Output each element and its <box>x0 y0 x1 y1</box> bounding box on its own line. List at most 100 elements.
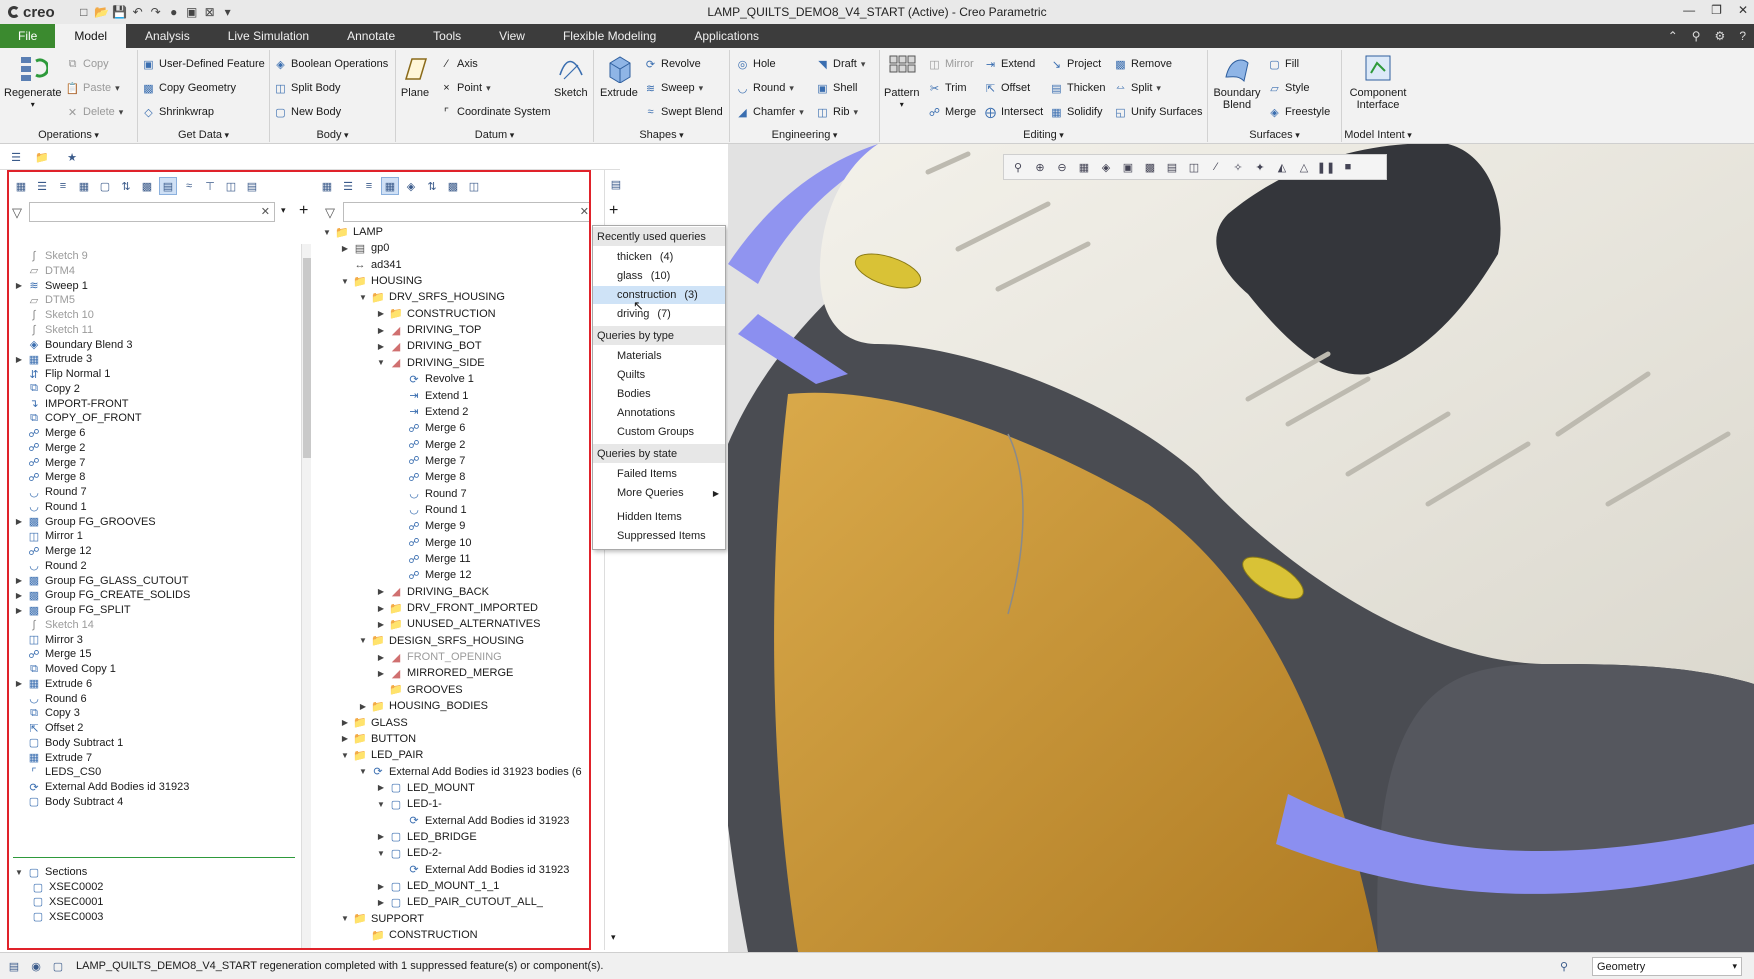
tab-annotate[interactable]: Annotate <box>328 24 414 48</box>
revolve-button[interactable]: ⟳ Revolve <box>644 56 701 72</box>
expand-arrow-icon[interactable]: ▶ <box>375 882 387 891</box>
tab-analysis[interactable]: Analysis <box>126 24 209 48</box>
tree-row[interactable]: ▶ ▩ Group FG_SPLIT <box>13 602 131 618</box>
boundary-blend-button[interactable]: Boundary Blend <box>1212 52 1262 111</box>
refit-icon[interactable]: ⚲ <box>1010 159 1026 175</box>
stop-icon[interactable]: ■ <box>1340 159 1356 175</box>
sort-icon[interactable]: ⇅ <box>424 178 440 194</box>
add-query-icon[interactable]: + <box>299 202 308 220</box>
tree-row[interactable]: ▦ Extrude 7 <box>13 750 92 766</box>
model-tree-row[interactable]: ▶ ◢ DRIVING_BACK <box>375 584 489 600</box>
model-tree-row[interactable]: ☍ Merge 11 <box>393 551 470 567</box>
tree-row[interactable]: ↴ IMPORT-FRONT <box>13 396 128 412</box>
expand-arrow-icon[interactable]: ▶ <box>375 832 387 841</box>
model-tree-row[interactable]: ☍ Merge 12 <box>393 567 471 583</box>
group-label-body[interactable]: Body <box>270 129 395 141</box>
sketch-button[interactable]: Sketch <box>554 52 588 99</box>
model-tree-row[interactable]: ⟳ External Add Bodies id 31923 <box>393 862 569 878</box>
collapse-ribbon-icon[interactable]: ⌃ <box>1668 29 1678 43</box>
tree-row[interactable]: ⇱ Offset 2 <box>13 720 83 736</box>
tree-row[interactable]: ∫ Sketch 14 <box>13 617 93 633</box>
close-icon[interactable]: ✕ <box>1738 3 1748 17</box>
settings-icon[interactable]: ⚙ <box>1715 29 1726 43</box>
sort-icon[interactable]: ⇅ <box>118 178 134 194</box>
expand-arrow-icon[interactable]: ▶ <box>339 718 351 727</box>
notes-icon[interactable]: ▤ <box>244 178 260 194</box>
model-tree-tab-icon[interactable]: ☰ <box>8 149 24 165</box>
model-tree-row[interactable]: ▶ ▢ LED_BRIDGE <box>375 829 477 845</box>
sections-node[interactable]: ▼ ▢ Sections <box>13 864 87 880</box>
coordinate-system-button[interactable]: ⌜ Coordinate System <box>440 104 551 120</box>
zoom-in-icon[interactable]: ⊕ <box>1032 159 1048 175</box>
fill-button[interactable]: ▢ Fill <box>1268 56 1299 72</box>
model-tree-row[interactable]: ▶ 📁 UNUSED_ALTERNATIVES <box>375 616 541 632</box>
model-tree-row[interactable]: ☍ Merge 9 <box>393 518 465 534</box>
hole-button[interactable]: ◎ Hole <box>736 56 776 72</box>
query-more-queries[interactable]: More Queries ▶ <box>593 484 725 502</box>
tree-row[interactable]: ⟳ External Add Bodies id 31923 <box>13 779 189 795</box>
view-manager-icon[interactable]: ▩ <box>1142 159 1158 175</box>
restore-icon[interactable]: ❐ <box>1711 3 1722 17</box>
query-quilts[interactable]: Quilts <box>593 366 725 384</box>
saved-orientations-icon[interactable]: ▣ <box>1120 159 1136 175</box>
model-tree-row[interactable]: ▶ 📁 HOUSING_BODIES <box>357 698 488 714</box>
model-tree-row[interactable]: 📁 CONSTRUCTION <box>357 927 477 943</box>
trim-button[interactable]: ✂ Trim <box>928 80 967 96</box>
model-tree-row[interactable]: ◡ Round 7 <box>393 486 466 502</box>
collapse-arrow-icon[interactable]: ▼ <box>357 636 369 645</box>
layer-icon[interactable]: ◫ <box>466 178 482 194</box>
tab-file[interactable]: File <box>0 24 56 48</box>
query-bodies[interactable]: Bodies <box>593 385 725 403</box>
swept-blend-button[interactable]: ≈ Swept Blend <box>644 104 722 120</box>
expand-arrow-icon[interactable]: ▶ <box>375 326 387 335</box>
query-failed-items[interactable]: Failed Items <box>593 465 725 483</box>
model-tree-row[interactable]: ▶ ▢ LED_MOUNT <box>375 780 475 796</box>
section-item[interactable]: ▢ XSEC0003 <box>29 909 104 925</box>
close-window-icon[interactable]: ⊠ <box>203 5 217 19</box>
expand-arrow-icon[interactable]: ▶ <box>375 898 387 907</box>
tree-row[interactable]: ◡ Round 2 <box>13 558 86 574</box>
section-item[interactable]: ▢ XSEC0002 <box>29 879 104 895</box>
tab-view[interactable]: View <box>480 24 544 48</box>
collapse-all-icon[interactable]: ≡ <box>361 178 377 194</box>
history-icon[interactable]: ≈ <box>181 178 197 194</box>
add-column-icon[interactable]: + <box>609 202 618 220</box>
query-custom-groups[interactable]: Custom Groups <box>593 423 725 441</box>
expand-arrow-icon[interactable]: ▶ <box>13 517 25 526</box>
axis-button[interactable]: ⁄ Axis <box>440 56 478 72</box>
model-tree-row[interactable]: ☍ Merge 2 <box>393 437 465 453</box>
pattern-button[interactable]: Pattern ▾ <box>884 52 919 111</box>
draft-button[interactable]: ◥ Draft <box>816 56 865 72</box>
tree-row[interactable]: ▢ Body Subtract 1 <box>13 735 123 751</box>
model-tree-row[interactable]: ▶ 📁 DRV_FRONT_IMPORTED <box>375 600 538 616</box>
collapse-arrow-icon[interactable]: ▼ <box>375 800 387 809</box>
model-tree-row[interactable]: ▶ ◢ FRONT_OPENING <box>375 649 502 665</box>
model-tree-row[interactable]: ▼ ◢ DRIVING_SIDE <box>375 355 485 371</box>
style-button[interactable]: ▱ Style <box>1268 80 1309 96</box>
shrinkwrap-button[interactable]: ◇ Shrinkwrap <box>142 104 214 120</box>
tree-row[interactable]: ◡ Round 6 <box>13 691 86 707</box>
graphics-window[interactable] <box>728 144 1754 952</box>
tree-row[interactable]: ⧉ Copy 3 <box>13 705 80 721</box>
model-tree-row[interactable]: ▼ 📁 DRV_SRFS_HOUSING <box>357 289 505 305</box>
settings-tree-icon[interactable]: ▩ <box>445 178 461 194</box>
collapse-arrow-icon[interactable]: ▼ <box>375 358 387 367</box>
notes-panel-icon[interactable]: ▤ <box>608 176 624 192</box>
left-tree-scrollbar[interactable] <box>301 244 311 948</box>
model-tree-row[interactable]: ▶ ◢ MIRRORED_MERGE <box>375 665 513 681</box>
mirror-button[interactable]: ◫ Mirror <box>928 56 973 72</box>
scroll-thumb[interactable] <box>303 258 311 458</box>
detail-view-icon[interactable]: ▦ <box>381 177 399 195</box>
model-tree-row[interactable]: ☍ Merge 10 <box>393 535 471 551</box>
model-icon[interactable]: ▦ <box>13 178 29 194</box>
split-body-button[interactable]: ◫ Split Body <box>274 80 340 96</box>
collapse-arrow-icon[interactable]: ▼ <box>339 914 351 923</box>
query-hidden-items[interactable]: Hidden Items <box>593 508 725 526</box>
model-tree-row[interactable]: ▼ 📁 HOUSING <box>339 273 422 289</box>
pause-icon[interactable]: ❚❚ <box>1317 159 1335 175</box>
copy-geometry-button[interactable]: ▩ Copy Geometry <box>142 80 236 96</box>
collapse-arrow-icon[interactable]: ▼ <box>357 767 369 776</box>
browser-icon[interactable]: ◉ <box>28 958 44 974</box>
expand-all-icon[interactable]: ☰ <box>340 178 356 194</box>
model-tree-row[interactable]: ▼ ▢ LED-2- <box>375 845 442 861</box>
